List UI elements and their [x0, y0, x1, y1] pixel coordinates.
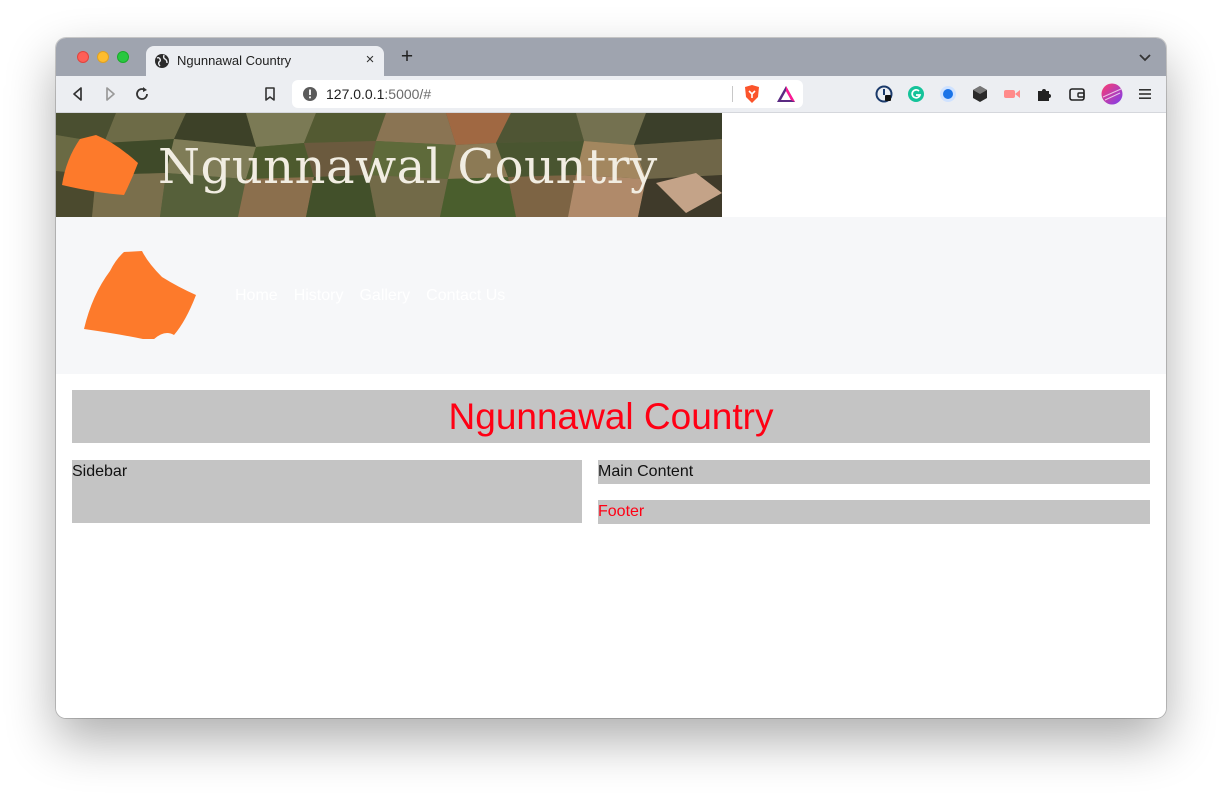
page-heading: Ngunnawal Country	[72, 390, 1150, 443]
profile-avatar-icon[interactable]	[1101, 83, 1123, 105]
site-banner: Ngunnawal Country	[56, 113, 722, 217]
url-host: 127.0.0.1	[326, 86, 385, 102]
web-page: Ngunnawal Country Home History Gallery C…	[56, 113, 1166, 718]
main-content-section: Main Content	[598, 460, 1150, 484]
brave-rewards-icon[interactable]	[776, 85, 796, 103]
back-icon[interactable]	[69, 85, 87, 103]
menu-icon[interactable]	[1136, 85, 1154, 103]
wallet-icon[interactable]	[1068, 85, 1086, 103]
minimize-window-button[interactable]	[97, 51, 109, 63]
tab-title: Ngunnawal Country	[177, 53, 292, 68]
tab-close-button[interactable]: ×	[362, 52, 378, 68]
browser-toolbar: 127.0.0.1:5000/#	[56, 76, 1166, 113]
reload-icon[interactable]	[133, 85, 151, 103]
forward-icon[interactable]	[101, 85, 119, 103]
nav-link-history[interactable]: History	[294, 287, 344, 305]
grammarly-icon[interactable]	[907, 85, 925, 103]
address-bar[interactable]: 127.0.0.1:5000/#	[292, 80, 803, 108]
globe-icon	[155, 54, 169, 68]
blue-dot-extension-icon[interactable]	[939, 85, 957, 103]
new-tab-button[interactable]: +	[398, 46, 416, 67]
nav-menu: Home History Gallery Contact Us	[235, 287, 505, 305]
banner-title: Ngunnawal Country	[158, 139, 658, 195]
info-icon[interactable]	[302, 86, 318, 102]
tab-list-icon[interactable]	[1138, 51, 1152, 65]
extensions-puzzle-icon[interactable]	[1035, 85, 1053, 103]
bookmark-icon[interactable]	[261, 85, 279, 103]
address-divider	[732, 86, 733, 102]
close-window-button[interactable]	[77, 51, 89, 63]
video-extension-icon[interactable]	[1003, 85, 1021, 103]
sidebar-section: Sidebar	[72, 460, 582, 523]
password-manager-icon[interactable]	[875, 85, 893, 103]
nav-link-home[interactable]: Home	[235, 287, 278, 305]
url-path: :5000/#	[384, 86, 432, 102]
tab-strip: Ngunnawal Country × +	[56, 38, 1166, 76]
tab-active[interactable]: Ngunnawal Country ×	[146, 46, 384, 76]
footer-section: Footer	[598, 500, 1150, 524]
site-logo[interactable]	[82, 249, 198, 339]
brave-shield-icon[interactable]	[743, 84, 761, 104]
nav-link-contact-us[interactable]: Contact Us	[426, 287, 505, 305]
zoom-window-button[interactable]	[117, 51, 129, 63]
nav-link-gallery[interactable]: Gallery	[359, 287, 410, 305]
browser-window: Ngunnawal Country × + 127.0.0.1:5000/# N…	[56, 38, 1166, 718]
site-navbar: Home History Gallery Contact Us	[56, 217, 1166, 374]
url-text: 127.0.0.1:5000/#	[326, 86, 431, 102]
cube-extension-icon[interactable]	[971, 85, 989, 103]
